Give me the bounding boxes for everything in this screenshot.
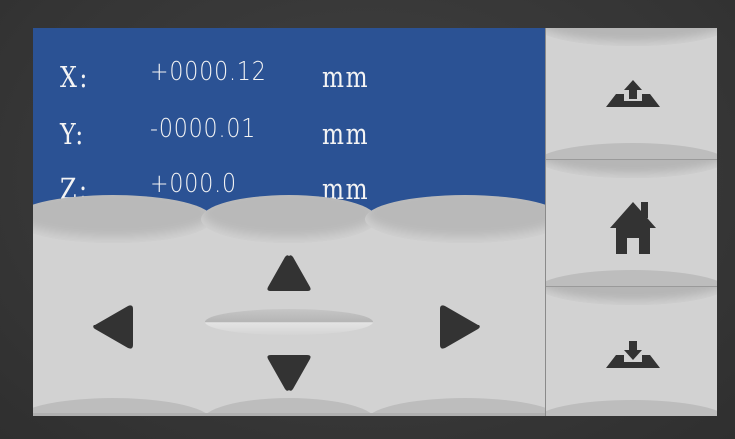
jog-y-minus-button[interactable] (233, 339, 345, 411)
touch-screen: X: +0000.12 mm Y: -0000.01 mm Z: +000.0 … (33, 28, 717, 416)
triangle-right-icon (440, 305, 480, 349)
button-shade (546, 270, 717, 286)
device-bezel: X: +0000.12 mm Y: -0000.01 mm Z: +000.0 … (0, 0, 735, 439)
button-shade (546, 287, 717, 305)
button-shade (546, 160, 717, 178)
platform-up-icon (606, 80, 660, 107)
x-axis-unit: mm (322, 60, 370, 94)
jog-pad-shade (201, 195, 377, 243)
jog-center-disc (205, 309, 373, 335)
home-button[interactable] (546, 160, 717, 286)
triangle-up-icon (267, 255, 311, 291)
z-axis-value: +000.0 (150, 169, 237, 199)
y-axis-unit: mm (322, 117, 370, 151)
z-down-button[interactable] (546, 287, 717, 416)
x-axis-label: X: (60, 60, 90, 94)
y-axis-value: -0000.01 (150, 114, 257, 144)
y-axis-label: Y: (60, 117, 86, 151)
jog-pad (33, 195, 565, 416)
button-shade (546, 400, 717, 416)
triangle-left-icon (93, 305, 133, 349)
jog-pad-shade (365, 195, 565, 243)
side-button-column (545, 28, 717, 416)
platform-down-icon (606, 341, 660, 368)
triangle-down-icon (267, 355, 311, 391)
jog-pad-bottom-edge (33, 413, 545, 416)
jog-pad-shade (33, 195, 213, 243)
button-shade (546, 143, 717, 159)
x-axis-value: +0000.12 (150, 57, 267, 87)
jog-y-plus-button[interactable] (233, 241, 345, 311)
jog-x-plus-button[interactable] (375, 271, 545, 381)
button-shade (546, 28, 717, 46)
x-coordinate-row: X: +0000.12 mm (33, 57, 545, 115)
coordinate-readout: X: +0000.12 mm Y: -0000.01 mm Z: +000.0 … (33, 28, 545, 221)
y-coordinate-row: Y: -0000.01 mm (33, 114, 545, 172)
home-icon (610, 202, 656, 254)
z-up-button[interactable] (546, 28, 717, 159)
jog-x-minus-button[interactable] (33, 271, 203, 381)
